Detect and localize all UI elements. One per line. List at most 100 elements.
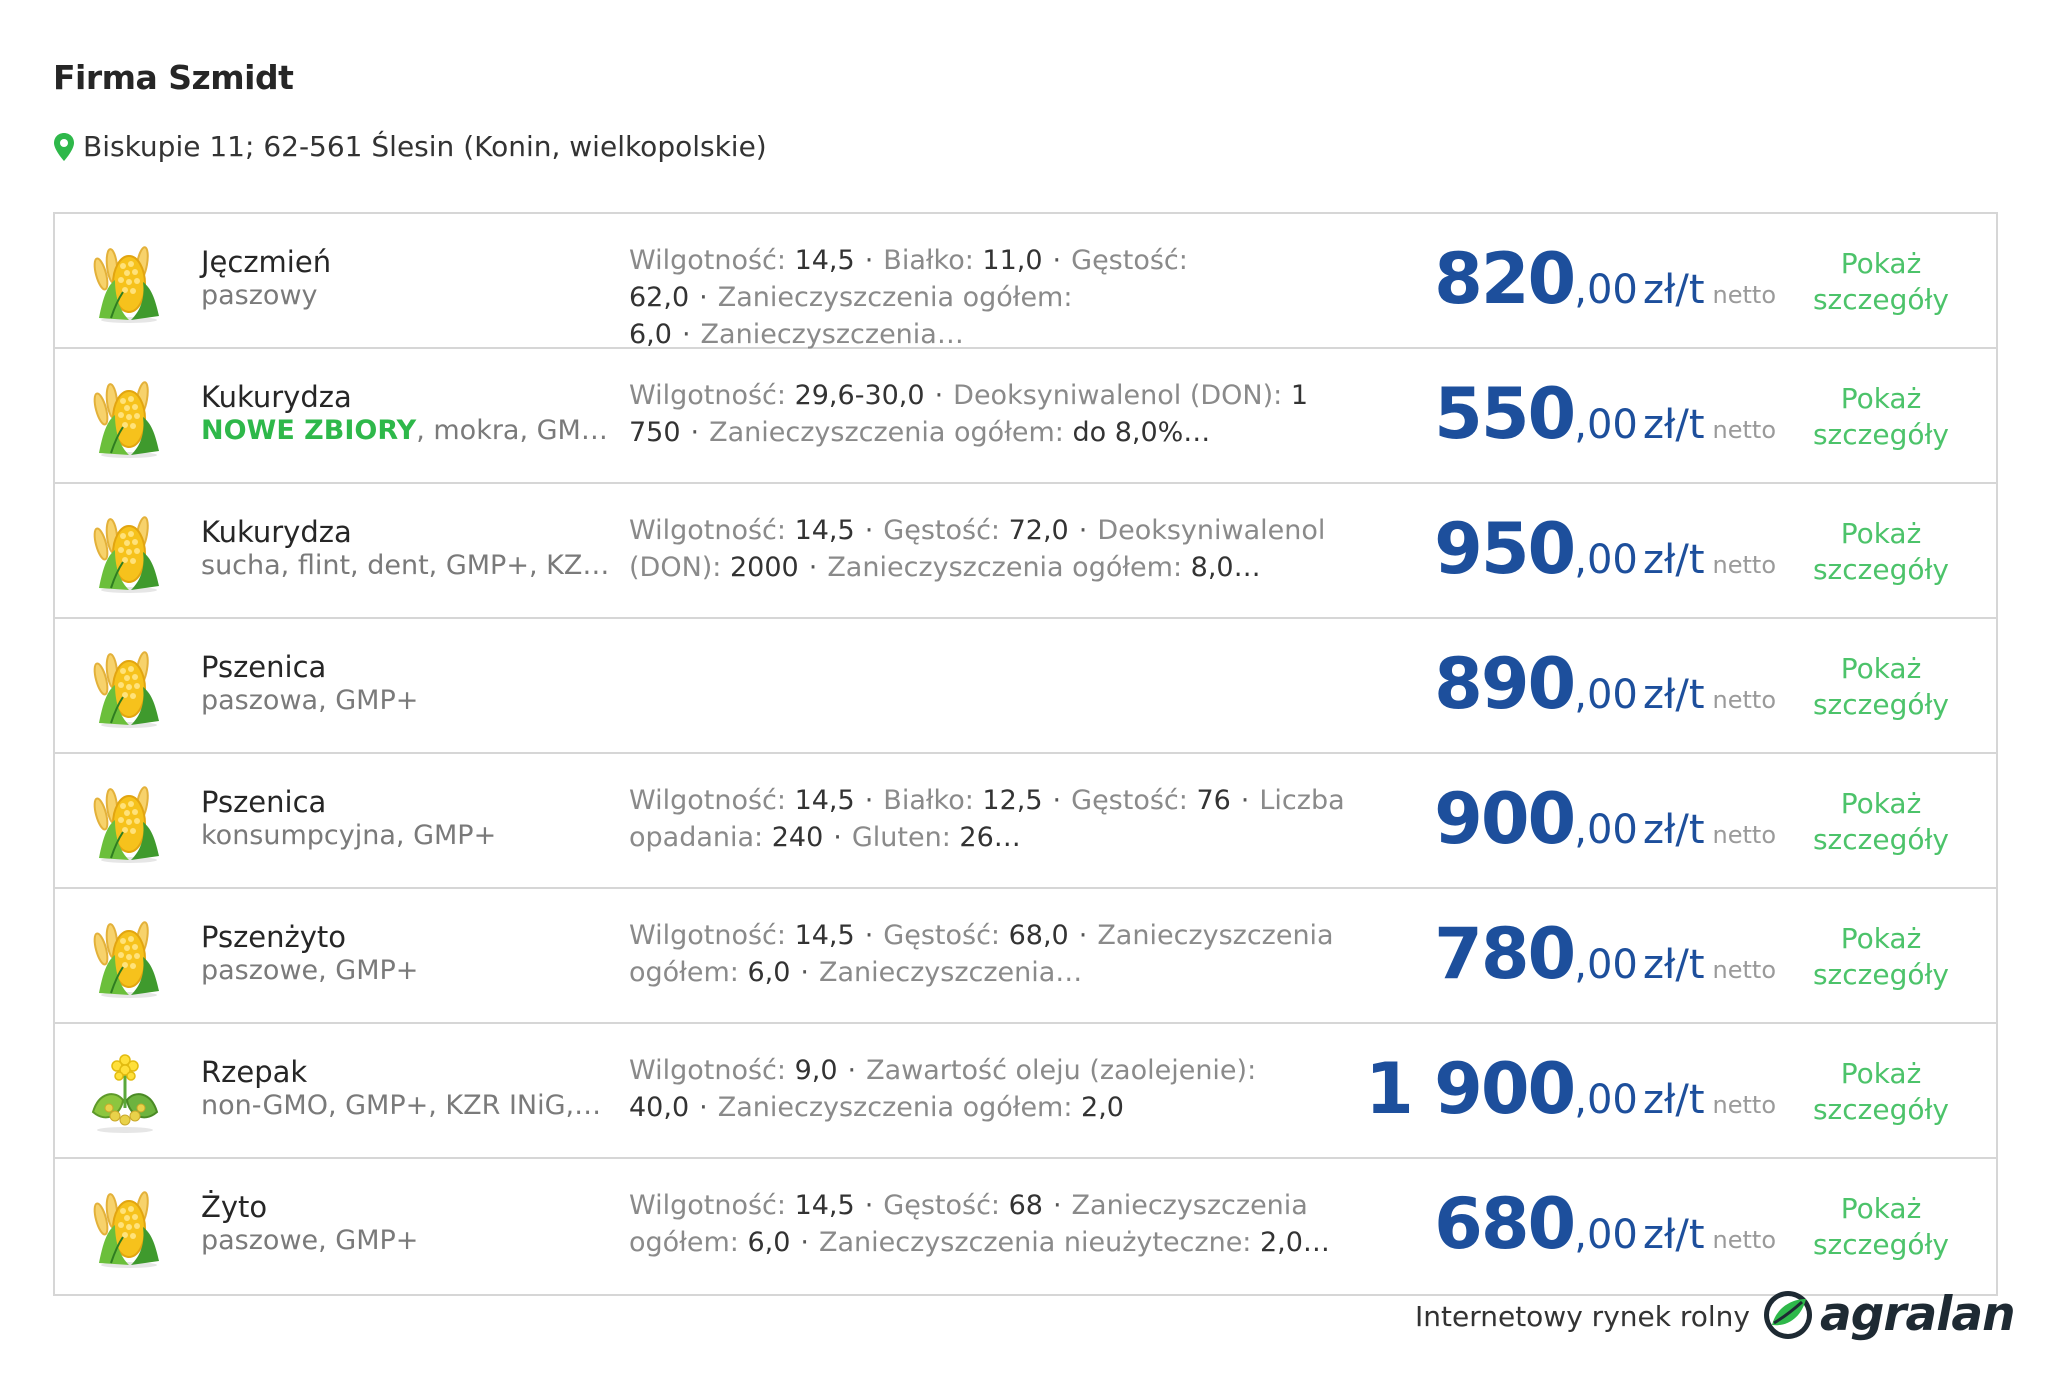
param-value: 6,0 (629, 319, 672, 350)
price-netto: netto (1712, 821, 1776, 849)
company-address: Biskupie 11; 62-561 Ślesin (Konin, wielk… (53, 130, 767, 163)
param-separator: · (1078, 515, 1088, 546)
crop-info: KukurydzaNOWE ZBIORY, mokra, GMP+… (201, 379, 621, 447)
details-line-2: szczegóły (1812, 1093, 1950, 1126)
price-decimal: ,00 (1574, 267, 1638, 313)
quality-params: Wilgotność: 14,5 · Gęstość: 68,0 · Zanieczys… (629, 917, 1399, 991)
quality-param: Zanieczyszczenia… (701, 319, 964, 350)
param-value: 26… (959, 822, 1021, 853)
offer-row[interactable]: KukurydzaNOWE ZBIORY, mokra, GMP+…Wilgot… (55, 349, 1996, 484)
param-label: Białko: (883, 245, 983, 276)
price-unit: zł/t (1642, 672, 1705, 718)
param-label: Deoksyniwalenol (DON): (953, 380, 1291, 411)
show-details-link[interactable]: Pokaż szczegóły (1806, 246, 1956, 318)
crop-description-text: paszowe, GMP+ (201, 955, 419, 986)
price-main: 820 (1434, 238, 1576, 320)
crop-description: paszowy (201, 280, 621, 312)
crop-description: sucha, flint, dent, GMP+, KZR… (201, 550, 621, 582)
price-decimal: ,00 (1574, 942, 1638, 988)
param-label: Zanieczyszczenia ogółem: (717, 282, 1073, 313)
price-netto: netto (1712, 1226, 1776, 1254)
crop-description-text: konsumpcyjna, GMP+ (201, 820, 497, 851)
param-separator: · (808, 552, 818, 583)
param-separator: · (1052, 245, 1062, 276)
price-main: 1 900 (1365, 1048, 1576, 1130)
crop-info: Pszenżyto paszowe, GMP+ (201, 919, 621, 987)
show-details-link[interactable]: Pokaż szczegóły (1806, 786, 1956, 858)
corn-icon (85, 510, 167, 594)
param-separator: · (864, 920, 874, 951)
param-label: Wilgotność: (629, 515, 795, 546)
param-label: Gluten: (851, 822, 960, 853)
details-line-1: Pokaż (1840, 652, 1922, 685)
details-line-2: szczegóły (1812, 688, 1950, 721)
quality-param: Zanieczyszczenia ogółem: 2,0 (718, 1092, 1124, 1123)
param-label: Gęstość: (883, 515, 1009, 546)
quality-param: Zanieczyszczenia nieużyteczne: 2,0… (819, 1227, 1330, 1258)
show-details-link[interactable]: Pokaż szczegóły (1806, 381, 1956, 453)
param-label: Gęstość: (883, 1190, 1009, 1221)
offer-row[interactable]: Rzepak non-GMO, GMP+, KZR INiG,… Wilgotnoś… (55, 1024, 1996, 1159)
corn-icon (85, 240, 167, 324)
crop-info: Rzepak non-GMO, GMP+, KZR INiG,… (201, 1054, 621, 1122)
footer-tagline: Internetowy rynek rolny (1415, 1300, 1750, 1333)
new-harvest-badge: NOWE ZBIORY (201, 415, 417, 446)
price-netto: netto (1712, 1091, 1776, 1119)
price: 820,00 zł/t netto (1434, 238, 1776, 320)
corn-icon (85, 1185, 167, 1269)
param-value: 2000 (730, 552, 799, 583)
param-separator: · (1240, 785, 1250, 816)
offer-row[interactable]: Pszenica konsumpcyjna, GMP+ Wilgotność: 14… (55, 754, 1996, 889)
crop-name: Pszenżyto (201, 920, 347, 954)
price-unit: zł/t (1642, 807, 1705, 853)
offer-row[interactable]: Kukurydza sucha, flint, dent, GMP+, KZR… W… (55, 484, 1996, 619)
offer-row[interactable]: Pszenica paszowa, GMP+ 890,00 zł/t netto Pok… (55, 619, 1996, 754)
price-unit: zł/t (1642, 1212, 1705, 1258)
quality-param: Gęstość: 68 (883, 1190, 1043, 1221)
param-value: 6,0 (747, 957, 791, 988)
show-details-link[interactable]: Pokaż szczegóły (1806, 921, 1956, 993)
param-separator: · (864, 785, 874, 816)
quality-params: Wilgotność: 14,5 · Białko: 11,0 · Gęstość: 6… (629, 242, 1399, 353)
show-details-link[interactable]: Pokaż szczegóły (1806, 1191, 1956, 1263)
param-separator: · (847, 1055, 857, 1086)
param-value: 12,5 (982, 785, 1043, 816)
param-value: 68,0 (1008, 920, 1069, 951)
quality-param: Wilgotność: 29,6-30,0 (629, 380, 925, 411)
details-line-1: Pokaż (1840, 787, 1922, 820)
show-details-link[interactable]: Pokaż szczegóły (1806, 651, 1956, 723)
details-line-1: Pokaż (1840, 1057, 1922, 1090)
crop-name: Żyto (201, 1190, 268, 1224)
param-label: Wilgotność: (629, 1055, 795, 1086)
param-label: Zanieczyszczenia ogółem: (717, 1092, 1082, 1123)
price: 550,00 zł/t netto (1434, 373, 1776, 455)
crop-info: Pszenica konsumpcyjna, GMP+ (201, 784, 621, 852)
param-value: 14,5 (794, 515, 855, 546)
price-unit: zł/t (1642, 942, 1705, 988)
show-details-link[interactable]: Pokaż szczegóły (1806, 516, 1956, 588)
crop-description-text: paszowe, GMP+ (201, 1225, 419, 1256)
param-label: Białko: (883, 785, 983, 816)
corn-icon (85, 915, 167, 999)
details-line-2: szczegóły (1812, 958, 1950, 991)
price-decimal: ,00 (1574, 537, 1638, 583)
quality-param: Białko: 11,0 (883, 245, 1042, 276)
offer-row[interactable]: Żyto paszowe, GMP+ Wilgotność: 14,5 · Gęstoś… (55, 1159, 1996, 1294)
quality-params: Wilgotność: 29,6-30,0 · Deoksyniwalenol (D… (629, 377, 1399, 451)
details-line-2: szczegóły (1812, 553, 1950, 586)
param-value: 9,0 (794, 1055, 838, 1086)
param-value: 40,0 (629, 1092, 690, 1123)
param-separator: · (864, 245, 874, 276)
param-separator: · (864, 515, 874, 546)
offer-row[interactable]: Jęczmień paszowy Wilgotność: 14,5 · Białko: … (55, 214, 1996, 350)
quality-param: Wilgotność: 14,5 (629, 515, 855, 546)
param-value: 2,0 (1081, 1092, 1124, 1123)
param-label: Zanieczyszczenia nieużyteczne: (819, 1227, 1260, 1258)
corn-icon (85, 645, 167, 729)
offer-row[interactable]: Pszenżyto paszowe, GMP+ Wilgotność: 14,5 · G… (55, 889, 1996, 1024)
agralan-logo[interactable]: agralan (1762, 1287, 2016, 1342)
price-unit: zł/t (1642, 537, 1705, 583)
details-line-1: Pokaż (1840, 1192, 1922, 1225)
price-decimal: ,00 (1574, 1212, 1638, 1258)
show-details-link[interactable]: Pokaż szczegóły (1806, 1056, 1956, 1128)
